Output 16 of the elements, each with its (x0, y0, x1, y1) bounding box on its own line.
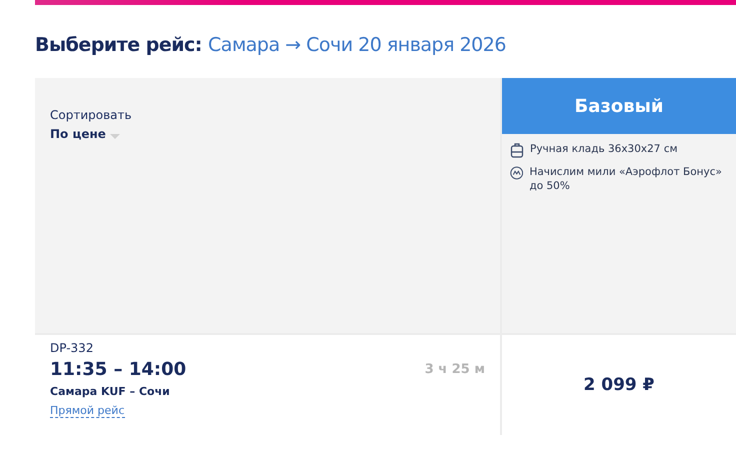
route-title: Самара → Сочи 20 января 2026 (208, 34, 506, 56)
flight-times: 11:35 – 14:00 (50, 359, 186, 380)
page-title: Выберите рейс: (35, 34, 202, 56)
caret-icon (110, 134, 120, 140)
flight-route: Самара KUF – Сочи (50, 385, 170, 398)
sort-dropdown[interactable]: По цене (50, 127, 120, 141)
price-button[interactable]: 2 099 ₽ (584, 375, 654, 395)
sort-label: Сортировать (50, 108, 132, 122)
miles-icon (510, 165, 524, 181)
flight-duration: 3 ч 25 м (424, 362, 485, 377)
fare-feature: Ручная кладь 36x30x27 см (530, 142, 678, 156)
flight-number: DP-332 (50, 341, 94, 355)
flight-type-link[interactable]: Прямой рейс (50, 404, 124, 418)
fare-header: Базовый (502, 78, 736, 134)
fare-feature: Начислим мили «Аэрофлот Бонус» до 50% (529, 165, 723, 193)
backpack-icon (510, 142, 524, 158)
